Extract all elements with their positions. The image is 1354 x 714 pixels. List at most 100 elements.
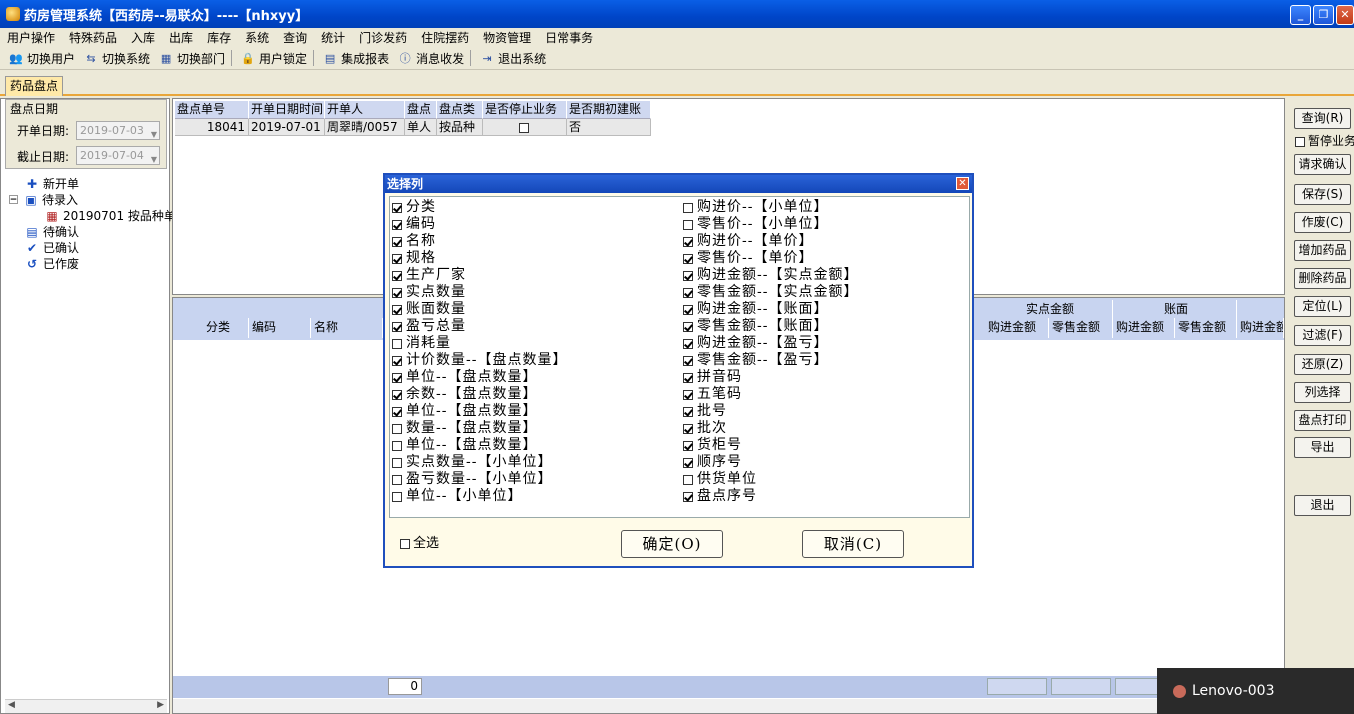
column-option[interactable]: 批次 — [683, 420, 858, 437]
checkbox[interactable] — [392, 355, 402, 366]
column-select-button[interactable]: 列选择 — [1294, 382, 1351, 403]
checkbox[interactable] — [392, 406, 402, 417]
column-option[interactable]: 盈亏数量--【小单位】 — [392, 471, 567, 488]
checkbox[interactable] — [392, 270, 402, 281]
menu-outpatient[interactable]: 门诊发药 — [359, 29, 407, 46]
column-option[interactable]: 名称 — [392, 233, 567, 250]
checkbox[interactable] — [400, 538, 410, 549]
column-header[interactable]: 开单日期时间 — [249, 101, 325, 119]
column-option[interactable]: 购进金额--【实点金额】 — [683, 267, 858, 284]
column-option[interactable]: 顺序号 — [683, 454, 858, 471]
tree-item-new[interactable]: ✚ 新开单 — [25, 175, 79, 192]
menu-statistics[interactable]: 统计 — [321, 29, 345, 46]
column-header[interactable]: 购进金额 — [985, 318, 1049, 338]
select-all-checkbox[interactable]: 全选 — [400, 532, 439, 551]
start-date-picker[interactable]: 2019-07-03 ▼ — [76, 121, 160, 140]
close-icon[interactable]: ✕ — [956, 177, 969, 190]
column-option[interactable]: 批号 — [683, 403, 858, 420]
menu-user-ops[interactable]: 用户操作 — [7, 29, 55, 46]
checkbox[interactable] — [683, 474, 693, 485]
column-header[interactable]: 盘点类 — [437, 101, 483, 119]
delete-drug-button[interactable]: 删除药品 — [1294, 268, 1351, 289]
restore-button[interactable]: ❐ — [1313, 5, 1334, 25]
column-option[interactable]: 单位--【盘点数量】 — [392, 369, 567, 386]
menu-system[interactable]: 系统 — [245, 29, 269, 46]
column-option[interactable]: 零售价--【小单位】 — [683, 216, 858, 233]
report-button[interactable]: ▤ 集成报表 — [322, 50, 389, 67]
column-option[interactable]: 零售金额--【实点金额】 — [683, 284, 858, 301]
checkbox[interactable] — [392, 372, 402, 383]
menu-query[interactable]: 查询 — [283, 29, 307, 46]
column-header[interactable]: 分类 — [203, 318, 249, 338]
checkbox[interactable] — [392, 219, 402, 230]
checkbox[interactable] — [392, 389, 402, 400]
checkbox[interactable] — [683, 338, 693, 349]
column-header[interactable]: 开单人 — [325, 101, 405, 119]
scroll-left-icon[interactable]: ◀ — [8, 700, 15, 710]
message-button[interactable]: ⓘ 消息收发 — [397, 50, 465, 67]
checkbox[interactable] — [683, 457, 693, 468]
column-option[interactable]: 生产厂家 — [392, 267, 567, 284]
table-cell[interactable]: 周翠晴/0057 — [325, 119, 405, 136]
checkbox[interactable] — [1295, 136, 1305, 147]
checkbox[interactable] — [519, 122, 529, 133]
pause-business-checkbox[interactable]: 暂停业务 — [1295, 132, 1354, 149]
column-option[interactable]: 零售金额--【盈亏】 — [683, 352, 858, 369]
stop-business-checkbox[interactable] — [483, 119, 567, 136]
switch-system-button[interactable]: ⇆ 切换系统 — [83, 50, 150, 67]
ok-button[interactable]: 确定(O) — [621, 530, 723, 558]
save-button[interactable]: 保存(S) — [1294, 184, 1351, 205]
column-option[interactable]: 实点数量 — [392, 284, 567, 301]
table-cell[interactable]: 单人 — [405, 119, 437, 136]
column-option[interactable]: 五笔码 — [683, 386, 858, 403]
checkbox[interactable] — [683, 423, 693, 434]
column-option[interactable]: 货柜号 — [683, 437, 858, 454]
filter-button[interactable]: 过滤(F) — [1294, 325, 1351, 346]
column-option[interactable]: 单位--【盘点数量】 — [392, 403, 567, 420]
column-header[interactable]: 是否期初建账 — [567, 101, 651, 119]
column-option[interactable]: 购进金额--【账面】 — [683, 301, 858, 318]
print-button[interactable]: 盘点打印 — [1294, 410, 1351, 431]
checkbox[interactable] — [683, 219, 693, 230]
checkbox[interactable] — [683, 355, 693, 366]
query-button[interactable]: 查询(R) — [1294, 108, 1351, 129]
void-button[interactable]: 作废(C) — [1294, 212, 1351, 233]
checkbox[interactable] — [392, 440, 402, 451]
checkbox[interactable] — [392, 338, 402, 349]
menu-daily[interactable]: 日常事务 — [545, 29, 593, 46]
table-cell[interactable]: 2019-07-01 — [249, 119, 325, 136]
checkbox[interactable] — [683, 389, 693, 400]
menu-special-drugs[interactable]: 特殊药品 — [69, 29, 117, 46]
horizontal-scrollbar[interactable]: ◀ ▶ — [5, 699, 167, 713]
checkbox[interactable] — [392, 491, 402, 502]
tree-item-pending-confirm[interactable]: ▤ 待确认 — [25, 223, 79, 240]
checkbox[interactable] — [683, 372, 693, 383]
minimize-button[interactable]: _ — [1290, 5, 1311, 25]
column-option[interactable]: 账面数量 — [392, 301, 567, 318]
column-option[interactable]: 零售价--【单价】 — [683, 250, 858, 267]
menu-inpatient[interactable]: 住院摆药 — [421, 29, 469, 46]
close-window-button[interactable]: ✕ — [1336, 5, 1354, 25]
export-button[interactable]: 导出 — [1294, 437, 1351, 458]
checkbox[interactable] — [392, 253, 402, 264]
column-option[interactable]: 购进价--【小单位】 — [683, 199, 858, 216]
checkbox[interactable] — [683, 440, 693, 451]
checkbox[interactable] — [683, 270, 693, 281]
add-drug-button[interactable]: 增加药品 — [1294, 240, 1351, 261]
table-cell[interactable]: 按品种 — [437, 119, 483, 136]
table-cell[interactable]: 否 — [567, 119, 651, 136]
column-header[interactable]: 零售金额 — [1049, 318, 1113, 338]
checkbox[interactable] — [392, 287, 402, 298]
tree-item-pending-entry[interactable]: − ▣ 待录入 — [9, 191, 78, 208]
horizontal-scrollbar[interactable] — [173, 699, 1284, 713]
column-option[interactable]: 单位--【盘点数量】 — [392, 437, 567, 454]
column-option[interactable]: 供货单位 — [683, 471, 858, 488]
scroll-right-icon[interactable]: ▶ — [157, 700, 164, 710]
end-date-picker[interactable]: 2019-07-04 ▼ — [76, 146, 160, 165]
switch-department-button[interactable]: ▦ 切换部门 — [158, 50, 225, 67]
user-lock-button[interactable]: 🔒 用户锁定 — [240, 50, 307, 67]
checkbox[interactable] — [683, 236, 693, 247]
checkbox[interactable] — [683, 321, 693, 332]
column-header[interactable]: 编码 — [249, 318, 311, 338]
checkbox[interactable] — [683, 253, 693, 264]
